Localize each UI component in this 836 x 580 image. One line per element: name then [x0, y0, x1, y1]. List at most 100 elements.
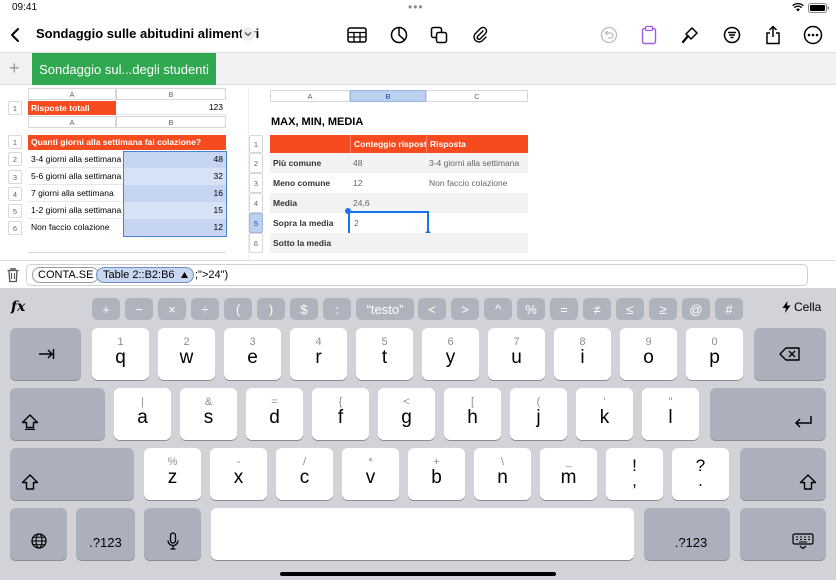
- key-k[interactable]: ' k: [576, 388, 633, 440]
- table3-label[interactable]: Media: [270, 193, 350, 213]
- table3-col-header-b[interactable]: B: [350, 90, 426, 102]
- table3-title[interactable]: MAX, MIN, MEDIA: [271, 116, 363, 128]
- trash-icon[interactable]: [6, 267, 20, 288]
- table2-row-number[interactable]: 6: [8, 221, 22, 235]
- table3-count[interactable]: 48: [350, 153, 426, 173]
- table3-header-c[interactable]: Risposta: [426, 135, 528, 153]
- key-h[interactable]: [h: [444, 388, 501, 440]
- table2-row-number[interactable]: 2: [8, 152, 22, 166]
- undo-key[interactable]: [10, 388, 105, 440]
- table2-row-number[interactable]: 5: [8, 204, 22, 218]
- table2-label[interactable]: 1-2 giorni alla settimana: [28, 202, 124, 219]
- table2-col-header-a[interactable]: A: [28, 116, 116, 128]
- table3-label[interactable]: Meno comune: [270, 173, 350, 193]
- table3-row-number[interactable]: 4: [249, 193, 263, 213]
- format-brush-icon[interactable]: [679, 24, 701, 46]
- space-key[interactable]: [211, 508, 634, 560]
- table3-count[interactable]: [350, 233, 426, 253]
- fkey-greater-than[interactable]: >: [451, 298, 479, 320]
- key-g[interactable]: < g: [378, 388, 435, 440]
- tab-key[interactable]: [10, 328, 81, 380]
- attachment-icon[interactable]: [469, 24, 491, 46]
- formula-function-token[interactable]: CONTA.SE: [32, 267, 100, 283]
- table3-count[interactable]: 24,6: [350, 193, 426, 213]
- key-x[interactable]: -x: [210, 448, 267, 500]
- table1-col-header-b[interactable]: B: [116, 88, 226, 100]
- clipboard-icon[interactable]: [638, 24, 660, 46]
- table2-row-number[interactable]: 3: [8, 170, 22, 184]
- table2-label[interactable]: 3-4 giorni alla settimana: [28, 151, 124, 168]
- return-key[interactable]: [710, 388, 826, 440]
- key-i[interactable]: 8i: [554, 328, 611, 380]
- format-icon[interactable]: [721, 24, 743, 46]
- key-n[interactable]: \ n: [474, 448, 531, 500]
- fkey-dollar[interactable]: $: [290, 298, 318, 320]
- fkey-multiply[interactable]: ×: [158, 298, 186, 320]
- table3-answer[interactable]: Non faccio colazione: [426, 173, 528, 193]
- table3-col-header-a[interactable]: A: [270, 90, 350, 102]
- key-u[interactable]: 7u: [488, 328, 545, 380]
- table3-label[interactable]: Sotto la media: [270, 233, 350, 253]
- document-title[interactable]: Sondaggio sulle abitudini alimentari: [36, 26, 259, 41]
- table3-row-number[interactable]: 6: [249, 233, 263, 253]
- key-s[interactable]: & s: [180, 388, 237, 440]
- table1-total-value[interactable]: 123: [116, 101, 226, 115]
- table3-answer[interactable]: [426, 233, 528, 253]
- table2-header[interactable]: Quanti giorni alla settimana fai colazio…: [28, 135, 226, 150]
- table3-row-number[interactable]: 2: [249, 153, 263, 173]
- key-z[interactable]: % z: [144, 448, 201, 500]
- key-v[interactable]: * v: [342, 448, 399, 500]
- table2-row-number[interactable]: 4: [8, 187, 22, 201]
- table3-row-number[interactable]: 1: [249, 135, 263, 153]
- undo-icon[interactable]: [598, 24, 620, 46]
- key-t[interactable]: 5t: [356, 328, 413, 380]
- chart-icon[interactable]: [388, 24, 410, 46]
- title-chevron-down-icon[interactable]: [241, 27, 255, 41]
- shapes-icon[interactable]: [428, 24, 450, 46]
- fkey-caret[interactable]: ^: [484, 298, 512, 320]
- hide-keyboard-key[interactable]: [740, 508, 826, 560]
- table3-selected-cell[interactable]: 2: [348, 211, 429, 235]
- key-l[interactable]: " l: [642, 388, 699, 440]
- key-q[interactable]: 1q: [92, 328, 149, 380]
- key-e[interactable]: 3e: [224, 328, 281, 380]
- fkey-close-paren[interactable]: ): [257, 298, 285, 320]
- table3-header-a[interactable]: [270, 135, 350, 153]
- table3-answer[interactable]: 3-4 giorni alla settimana: [426, 153, 528, 173]
- key-o[interactable]: 9o: [620, 328, 677, 380]
- key-r[interactable]: 4r: [290, 328, 347, 380]
- key-period[interactable]: ?.: [672, 448, 729, 500]
- table3-row-number-selected[interactable]: 5: [249, 213, 263, 233]
- key-b[interactable]: + b: [408, 448, 465, 500]
- fkey-colon[interactable]: :: [323, 298, 351, 320]
- share-icon[interactable]: [762, 24, 784, 46]
- dictation-key[interactable]: [144, 508, 201, 560]
- key-j[interactable]: (j: [510, 388, 567, 440]
- fkey-plus[interactable]: +: [92, 298, 120, 320]
- key-m[interactable]: _ m: [540, 448, 597, 500]
- key-f[interactable]: {f: [312, 388, 369, 440]
- backspace-key[interactable]: [754, 328, 826, 380]
- more-icon[interactable]: [802, 24, 824, 46]
- selection-handle-top-left[interactable]: [345, 208, 351, 214]
- table1-row-number[interactable]: 1: [8, 101, 22, 115]
- table1-col-header-a[interactable]: A: [28, 88, 116, 100]
- table-icon[interactable]: [346, 24, 368, 46]
- key-p[interactable]: 0p: [686, 328, 743, 380]
- key-a[interactable]: | a: [114, 388, 171, 440]
- multitask-dots[interactable]: •••: [408, 0, 424, 14]
- key-d[interactable]: = d: [246, 388, 303, 440]
- add-sheet-button[interactable]: +: [9, 58, 20, 79]
- spreadsheet-canvas[interactable]: A B 1 Risposte totali 123 A B 1 Quanti g…: [0, 86, 836, 260]
- fkey-greater-equal[interactable]: ≥: [649, 298, 677, 320]
- cella-button[interactable]: Cella: [782, 300, 821, 314]
- table3-row-number[interactable]: 3: [249, 173, 263, 193]
- table2-label[interactable]: 5-6 giorni alla settimana: [28, 168, 124, 185]
- table2-label[interactable]: 7 giorni alla settimana: [28, 185, 124, 202]
- numbers-right-key[interactable]: .?123: [644, 508, 730, 560]
- fkey-text[interactable]: “testo”: [356, 298, 414, 320]
- table2-label[interactable]: Non faccio colazione: [28, 219, 124, 236]
- table3-col-header-c[interactable]: C: [426, 90, 528, 102]
- key-y[interactable]: 6y: [422, 328, 479, 380]
- fkey-less-than[interactable]: <: [418, 298, 446, 320]
